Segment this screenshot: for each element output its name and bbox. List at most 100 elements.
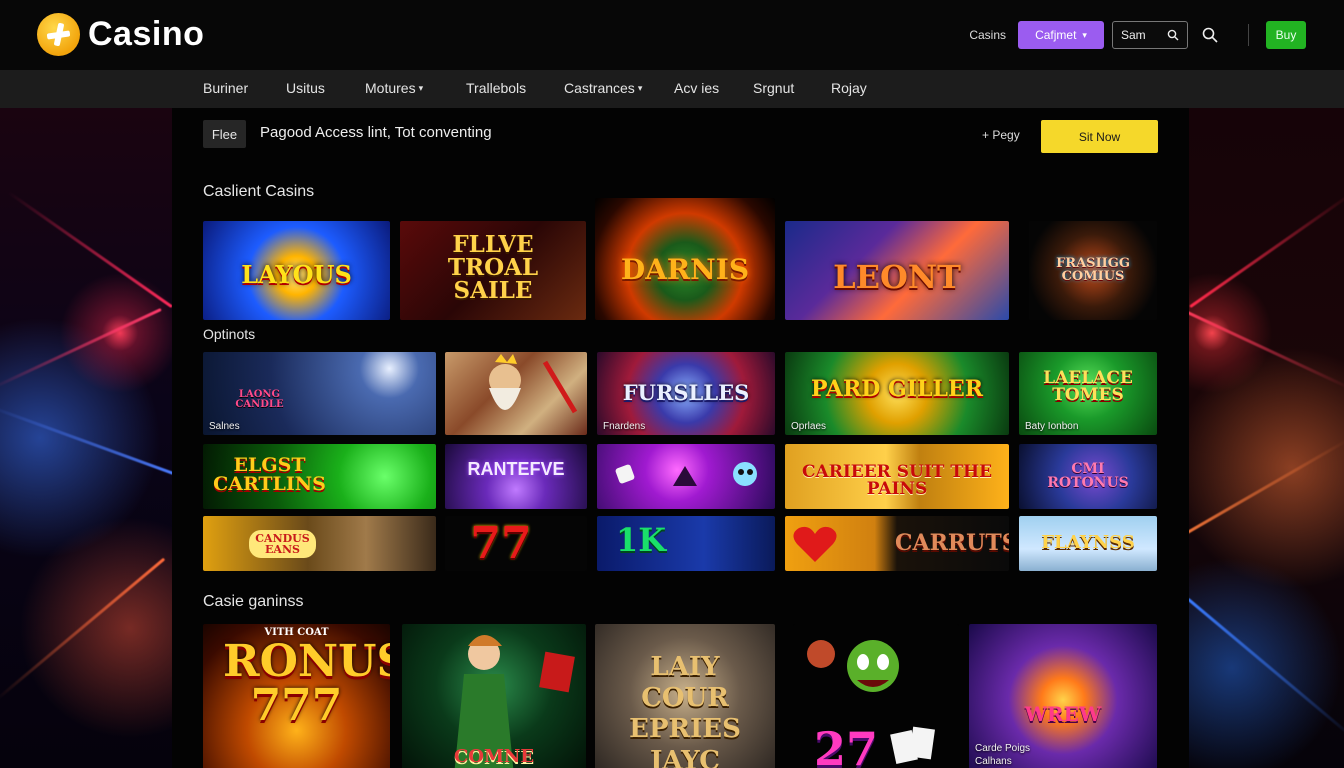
logo-icon (37, 13, 80, 56)
game-title: PARD GILLER (810, 376, 984, 402)
game-title: LAIY COUR EPRIES JAYC (629, 652, 741, 768)
chevron-down-icon: ▾ (1082, 29, 1087, 40)
main-content: Flee Pagood Access lint, Tot conventing … (172, 108, 1189, 768)
dwarf-character-icon (489, 354, 578, 414)
nav-item-rojay[interactable]: Rojay (831, 80, 867, 96)
game-title: 77 (470, 518, 532, 569)
game-tile-leont[interactable]: LEONT (785, 221, 1009, 320)
game-caption: Salnes (209, 421, 240, 432)
game-tile-carieer[interactable]: CARIEER SUIT THE PAINS (785, 444, 1009, 509)
nav-item-trallebols[interactable]: Trallebols (466, 80, 526, 96)
game-caption: Fnardens (603, 421, 646, 432)
game-tile-frasiigg-comius[interactable]: FRASIIGG COMIUS (1029, 221, 1157, 320)
header-category-select[interactable]: Cafjmet ▾ (1018, 21, 1104, 49)
top-header: Casino Casins Cafjmet ▾ Sam Buy (0, 0, 1344, 70)
game-tile-candus-eans[interactable]: CANDUS EANS (203, 516, 436, 571)
game-tile-rantefve[interactable]: RANTEFVE (445, 444, 587, 509)
casino-games-section-title: Casie ganinss (203, 593, 304, 610)
promo-tag: Flee (203, 120, 246, 148)
game-tile-carruts[interactable]: CARRUTS (785, 516, 1009, 571)
nav-item-label: Rojay (831, 80, 867, 96)
game-title: WREW (1024, 702, 1102, 726)
header-search-value: Sam (1121, 28, 1146, 42)
game-title: LEONT (833, 258, 961, 296)
game-tile-laiy-cour[interactable]: LAIY COUR EPRIES JAYC (595, 624, 775, 768)
sit-now-button[interactable]: Sit Now (1041, 120, 1158, 153)
header-select-label: Cafjmet (1035, 28, 1077, 42)
game-tile-cmi-rotonus[interactable]: CMI ROTONUS (1019, 444, 1157, 509)
promo-link[interactable]: + Pegy (982, 128, 1020, 142)
chevron-down-icon: ▾ (418, 83, 424, 93)
game-tile-fursles[interactable]: FURSLLES Fnardens (597, 352, 775, 435)
game-title: LAYOUS (241, 260, 352, 289)
casino-page: Casino Casins Cafjmet ▾ Sam Buy Buriner … (0, 0, 1344, 768)
left-neon-background (0, 108, 172, 768)
game-title: 1K (615, 521, 667, 559)
game-tile-dwarf-king[interactable] (445, 352, 587, 435)
search-icon (1167, 29, 1179, 41)
game-tile-77[interactable]: 77 (445, 516, 587, 571)
nav-item-acvies[interactable]: Acv ies (674, 80, 719, 96)
game-title: LAELACE TOMES (1043, 368, 1133, 405)
promo-text: Pagood Access lint, Tot conventing (260, 124, 492, 141)
game-title: COMNE (453, 746, 535, 767)
game-tile-laong-candle[interactable]: LAONG CANDLE Salnes (203, 352, 436, 435)
game-tile-pard-giller[interactable]: PARD GILLER Oprlaes (785, 352, 1009, 435)
game-title: CANDUS EANS (249, 530, 316, 558)
nav-item-usitus[interactable]: Usitus (286, 80, 325, 96)
game-tile-flaynss[interactable]: FLAYNSS (1019, 516, 1157, 571)
options-section-title: Optinots (203, 326, 256, 342)
game-tile-comne[interactable]: COMNE (402, 624, 586, 768)
header-casinos-link[interactable]: Casins (969, 28, 1006, 42)
game-title: RONUS 777 (223, 636, 390, 731)
game-tile-elgst-cartlins[interactable]: ELGST CARTLINS (203, 444, 436, 509)
promo-bar: Flee Pagood Access lint, Tot conventing … (172, 108, 1189, 163)
game-title: FLAYNSS (1041, 532, 1135, 553)
nav-item-label: Usitus (286, 80, 325, 96)
nav-item-srgnut[interactable]: Srgnut (753, 80, 794, 96)
game-title: 27 (813, 722, 878, 768)
nav-item-castrances[interactable]: Castrances ▾ (564, 80, 642, 96)
game-tile-laelace-tomes[interactable]: LAELACE TOMES Baty Ionbon (1019, 352, 1157, 435)
nav-item-motures[interactable]: Motures ▾ (365, 80, 423, 96)
game-caption: Carde Poigs Calhans (975, 743, 1031, 767)
game-title: FURSLLES (622, 380, 750, 405)
game-tile-wrew[interactable]: WREW Carde Poigs Calhans (969, 624, 1157, 768)
header-divider (1248, 24, 1249, 46)
game-title: DARNIS (620, 253, 750, 286)
chevron-down-icon: ▾ (637, 83, 643, 93)
nav-item-label: Motures (365, 80, 416, 96)
game-tile-ronus-777[interactable]: VITH COAT RONUS 777 (203, 624, 390, 768)
game-title: CARRUTS (895, 530, 1009, 556)
game-title: FLLVE TROAL SAILE (447, 231, 539, 304)
nav-item-label: Buriner (203, 80, 249, 96)
nav-item-label: Srgnut (753, 80, 795, 96)
brand-name: Casino (88, 15, 205, 53)
main-nav: Buriner Usitus Motures ▾ Trallebols Castr… (0, 70, 1344, 108)
heart-icon (793, 526, 837, 562)
game-title: CARIEER SUIT THE PAINS (801, 462, 993, 499)
nav-item-buriner[interactable]: Buriner (203, 80, 248, 96)
dice-icon (615, 462, 757, 486)
game-tile-1k[interactable]: 1K (597, 516, 775, 571)
right-neon-background (1172, 108, 1344, 768)
brand-logo[interactable]: Casino (37, 13, 204, 56)
nav-item-label: Castrances (564, 80, 635, 96)
buy-button[interactable]: Buy (1266, 21, 1306, 49)
nav-item-label: Acv ies (674, 80, 720, 96)
header-search-input[interactable]: Sam (1112, 21, 1188, 49)
game-title: ELGST CARTLINS (213, 454, 326, 495)
game-title: RANTEFVE (467, 459, 565, 479)
header-actions: Casins Cafjmet ▾ Sam Buy (969, 21, 1306, 49)
featured-section-title: Caslient Casins (203, 183, 315, 200)
game-title: FRASIIGG COMIUS (1056, 256, 1130, 284)
game-tile-goblin-27[interactable]: 27 (793, 624, 959, 768)
game-tile-purple-dice[interactable] (597, 444, 775, 509)
game-title: LAONG CANDLE (235, 389, 284, 410)
game-tile-darnis[interactable]: DARNIS (595, 198, 775, 320)
search-icon[interactable] (1202, 27, 1218, 43)
nav-item-label: Trallebols (466, 80, 527, 96)
game-tile-layous[interactable]: LAYOUS (203, 221, 390, 320)
game-tile-fllve-troal-saile[interactable]: FLLVE TROAL SAILE (400, 221, 586, 320)
game-caption: Baty Ionbon (1025, 421, 1079, 432)
